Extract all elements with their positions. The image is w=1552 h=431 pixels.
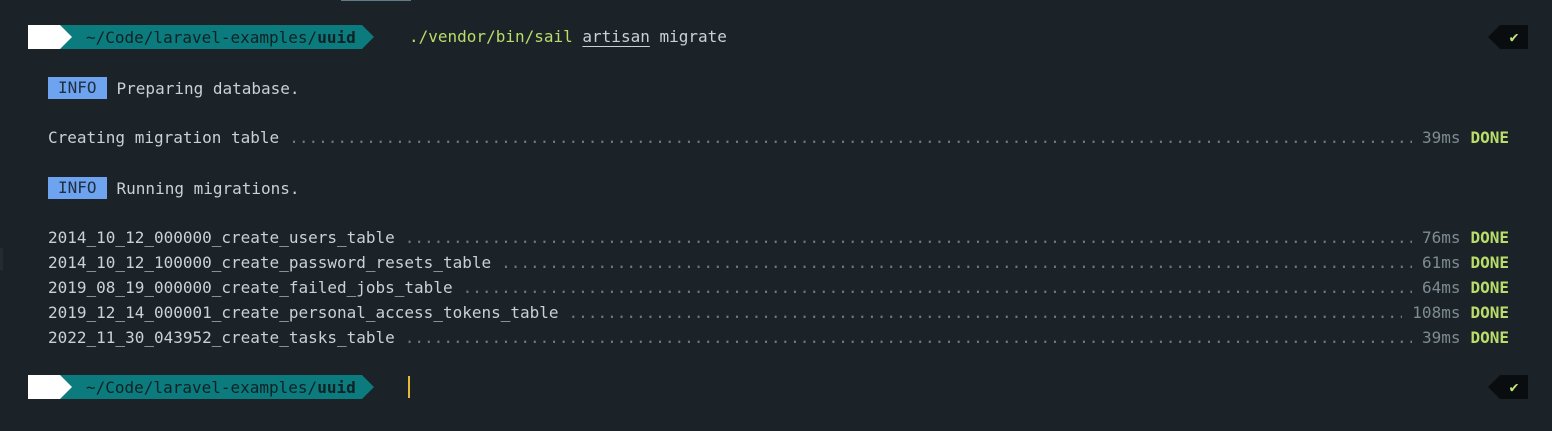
command-line: ./vendor/bin/sail artisan migrate <box>409 25 727 49</box>
migration-row: 2019_08_19_000000_create_failed_jobs_tab… <box>48 275 1509 300</box>
os-icon <box>28 375 60 399</box>
info-text: Preparing database. <box>116 78 300 98</box>
prompt-separator <box>60 375 72 399</box>
command-executable: ./vendor/bin/sail <box>409 27 573 46</box>
task-dots: ........................................… <box>289 128 1412 147</box>
info-text: Running migrations. <box>116 178 300 198</box>
info-badge: INFO <box>48 77 107 99</box>
prompt-end-arrow <box>361 25 374 49</box>
migration-status: DONE <box>1470 253 1509 272</box>
path-base: uuid <box>317 27 356 47</box>
migration-time: 76ms <box>1421 228 1461 247</box>
task-dots: ........................................… <box>462 278 1412 297</box>
migration-name: 2019_12_14_000001_create_personal_access… <box>48 303 559 322</box>
prompt-path: ~/Code/laravel-examples/uuid <box>72 375 362 399</box>
migration-name: 2014_10_12_000000_create_users_table <box>48 228 395 247</box>
exit-status: ✔ <box>1488 375 1528 399</box>
migration-status: DONE <box>1470 228 1509 247</box>
task-row: Creating migration table ...............… <box>48 125 1509 150</box>
info-message-running: INFO Running migrations. <box>48 176 300 200</box>
exit-status: ✔ <box>1488 25 1528 49</box>
migration-name: 2022_11_30_043952_create_tasks_table <box>48 328 395 347</box>
check-icon: ✔ <box>1500 25 1528 49</box>
shell-prompt: ~/Code/laravel-examples/uuid <box>28 25 374 49</box>
task-name: Creating migration table <box>48 128 280 147</box>
command-arg-migrate: migrate <box>659 27 727 46</box>
migration-time: 39ms <box>1421 328 1461 347</box>
prompt-end-arrow <box>361 375 374 399</box>
check-icon: ✔ <box>1500 375 1528 399</box>
migration-name: 2019_08_19_000000_create_failed_jobs_tab… <box>48 278 453 297</box>
prompt-separator <box>60 25 72 49</box>
info-message-preparing: INFO Preparing database. <box>48 76 300 100</box>
scroll-marker <box>0 248 3 270</box>
prompt-path: ~/Code/laravel-examples/uuid <box>72 25 362 49</box>
migration-name: 2014_10_12_100000_create_password_resets… <box>48 253 492 272</box>
path-prefix: ~/Code/laravel-examples/ <box>86 377 318 397</box>
migration-row: 2022_11_30_043952_create_tasks_table ...… <box>48 325 1509 350</box>
migration-row: 2014_10_12_000000_create_users_table ...… <box>48 225 1509 250</box>
migration-row: 2014_10_12_100000_create_password_resets… <box>48 250 1509 275</box>
info-badge: INFO <box>48 177 107 199</box>
migration-status: DONE <box>1470 303 1509 322</box>
command-arg-artisan: artisan <box>582 27 650 46</box>
os-icon <box>28 25 60 49</box>
migration-time: 61ms <box>1421 253 1461 272</box>
migration-status: DONE <box>1470 278 1509 297</box>
active-tab-indicator <box>341 0 411 6</box>
shell-prompt-current: ~/Code/laravel-examples/uuid <box>28 375 374 399</box>
migration-time: 64ms <box>1421 278 1461 297</box>
task-status: DONE <box>1470 128 1509 147</box>
path-prefix: ~/Code/laravel-examples/ <box>86 27 318 47</box>
migration-row: 2019_12_14_000001_create_personal_access… <box>48 300 1509 325</box>
path-base: uuid <box>317 377 356 397</box>
task-time: 39ms <box>1421 128 1461 147</box>
task-dots: ........................................… <box>404 328 1412 347</box>
task-dots: ........................................… <box>568 303 1403 322</box>
terminal-cursor[interactable] <box>408 376 410 398</box>
migration-status: DONE <box>1470 328 1509 347</box>
migration-time: 108ms <box>1412 303 1461 322</box>
status-tip <box>1488 25 1500 49</box>
task-dots: ........................................… <box>404 228 1412 247</box>
status-tip <box>1488 375 1500 399</box>
task-dots: ........................................… <box>501 253 1412 272</box>
